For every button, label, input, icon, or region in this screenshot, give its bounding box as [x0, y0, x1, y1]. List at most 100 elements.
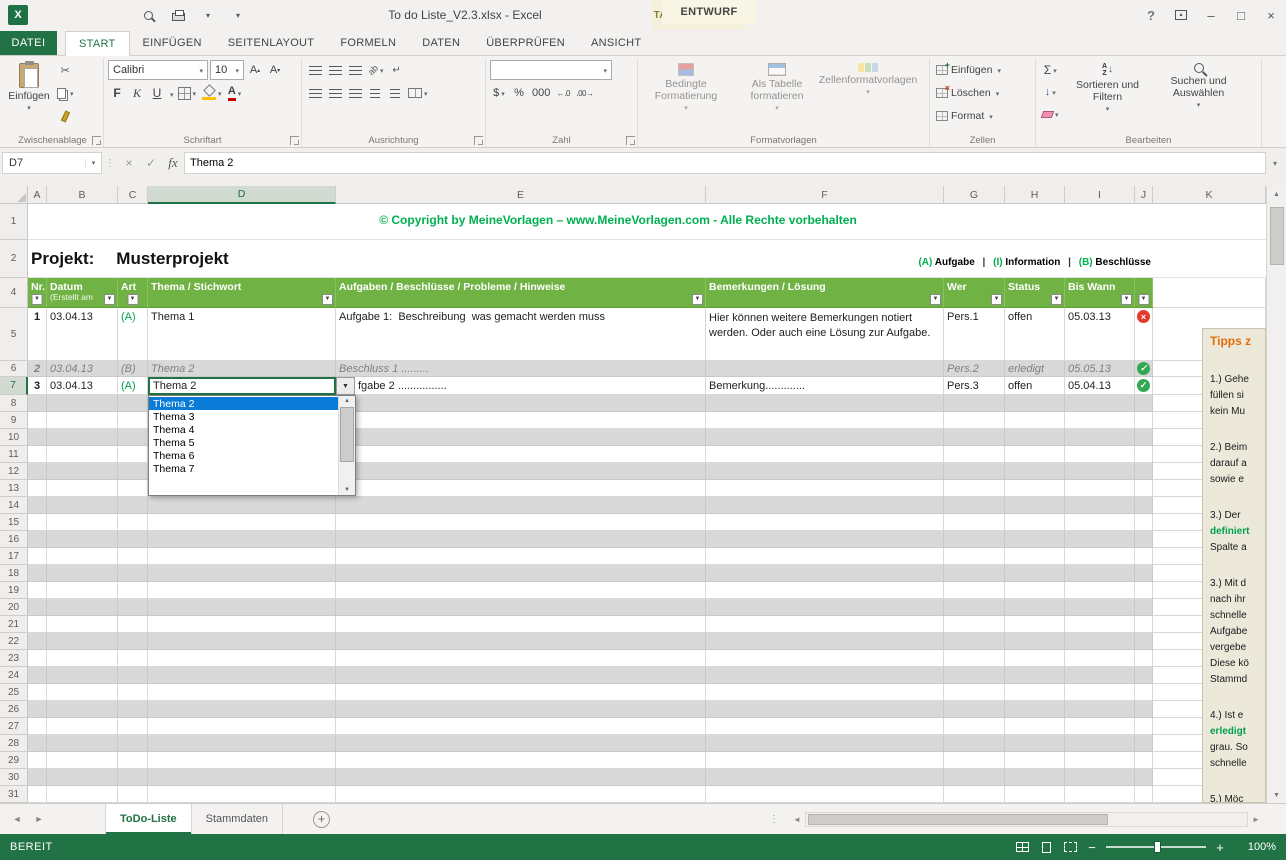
cell[interactable] — [28, 514, 47, 531]
scrollbar-thumb[interactable] — [340, 407, 354, 462]
column-header-B[interactable]: B — [47, 186, 118, 204]
cell[interactable] — [944, 429, 1005, 446]
cell[interactable] — [1065, 429, 1135, 446]
cell[interactable] — [706, 701, 944, 718]
cell[interactable] — [706, 446, 944, 463]
cell[interactable] — [118, 531, 148, 548]
cell[interactable] — [1135, 752, 1153, 769]
scroll-left-icon[interactable]: ◄ — [789, 815, 805, 824]
cell[interactable] — [148, 701, 336, 718]
cell[interactable] — [47, 514, 118, 531]
cell-E6[interactable]: Beschluss 1 ......... — [336, 361, 706, 377]
cell[interactable] — [1135, 599, 1153, 616]
cell[interactable] — [1135, 769, 1153, 786]
cell[interactable] — [28, 463, 47, 480]
cell[interactable] — [118, 701, 148, 718]
minimize-button[interactable]: – — [1196, 0, 1226, 30]
cell[interactable] — [28, 412, 47, 429]
cell[interactable] — [336, 735, 706, 752]
zoom-slider[interactable] — [1106, 846, 1206, 848]
tab-formeln[interactable]: FORMELN — [327, 31, 409, 55]
cell[interactable] — [47, 684, 118, 701]
cell[interactable] — [944, 701, 1005, 718]
cell-F6[interactable] — [706, 361, 944, 377]
cell[interactable] — [336, 633, 706, 650]
cell[interactable] — [28, 701, 47, 718]
cell[interactable] — [1065, 412, 1135, 429]
cell[interactable] — [47, 412, 118, 429]
enter-button[interactable]: ✓ — [140, 152, 162, 174]
row-header-31[interactable]: 31 — [0, 786, 28, 803]
table-header-art[interactable]: Art — [118, 278, 148, 308]
cell[interactable] — [944, 548, 1005, 565]
cell[interactable] — [336, 582, 706, 599]
cell[interactable] — [47, 701, 118, 718]
cell[interactable] — [118, 395, 148, 412]
scroll-up-icon[interactable]: ▲ — [344, 398, 350, 404]
cell[interactable] — [47, 633, 118, 650]
italic-button[interactable]: K — [128, 83, 146, 103]
cell[interactable] — [944, 514, 1005, 531]
cell[interactable] — [336, 531, 706, 548]
cell-C7[interactable]: (A) — [118, 377, 148, 395]
cell[interactable] — [1135, 395, 1153, 412]
cell[interactable] — [1005, 718, 1065, 735]
cell[interactable] — [28, 429, 47, 446]
sheet-tab-stammdaten[interactable]: Stammdaten — [192, 804, 283, 834]
cell[interactable] — [1005, 650, 1065, 667]
cell[interactable] — [28, 769, 47, 786]
ribbon-options-button[interactable]: ▴ — [1166, 0, 1196, 30]
cell[interactable] — [118, 667, 148, 684]
cell[interactable] — [47, 565, 118, 582]
cell[interactable] — [1135, 548, 1153, 565]
cell[interactable] — [118, 463, 148, 480]
scroll-down-icon[interactable]: ▼ — [344, 487, 350, 493]
cell[interactable] — [336, 548, 706, 565]
cell-E5[interactable]: Aufgabe 1: Beschreibung was gemacht werd… — [336, 308, 706, 361]
underline-button[interactable]: U — [148, 83, 166, 103]
cell[interactable] — [1005, 667, 1065, 684]
cell[interactable] — [706, 497, 944, 514]
cell[interactable] — [1005, 412, 1065, 429]
tab-daten[interactable]: DATEN — [409, 31, 473, 55]
dialog-launcher-icon[interactable] — [92, 136, 101, 145]
cell[interactable] — [706, 412, 944, 429]
filter-icon[interactable] — [692, 294, 703, 305]
maximize-button[interactable]: □ — [1226, 0, 1256, 30]
cell[interactable] — [28, 395, 47, 412]
splitter-handle[interactable]: ⋮ — [765, 814, 783, 825]
cell[interactable] — [336, 769, 706, 786]
cell[interactable] — [1065, 650, 1135, 667]
cell[interactable] — [28, 497, 47, 514]
cell[interactable] — [706, 633, 944, 650]
cell[interactable] — [706, 548, 944, 565]
cell[interactable] — [1005, 582, 1065, 599]
cell[interactable] — [706, 650, 944, 667]
row-header-13[interactable]: 13 — [0, 480, 28, 497]
fill-button[interactable]: ↓ — [1040, 82, 1061, 102]
cell[interactable] — [118, 735, 148, 752]
sheet-nav-right-icon[interactable]: ► — [28, 814, 50, 824]
cell[interactable] — [118, 718, 148, 735]
conditional-formatting-button[interactable]: Bedingte Formatierung ▾ — [642, 60, 730, 113]
bold-button[interactable]: F — [108, 83, 126, 103]
cell[interactable] — [1065, 735, 1135, 752]
filter-icon[interactable] — [930, 294, 941, 305]
cell[interactable] — [336, 650, 706, 667]
cell[interactable] — [1005, 633, 1065, 650]
cell[interactable] — [706, 752, 944, 769]
wrap-text-button[interactable]: ↵ — [388, 60, 406, 80]
cell[interactable] — [706, 480, 944, 497]
help-button[interactable]: ? — [1136, 0, 1166, 30]
scrollbar-thumb[interactable] — [808, 814, 1108, 825]
cell[interactable] — [148, 769, 336, 786]
cell[interactable] — [336, 684, 706, 701]
cell[interactable] — [1005, 514, 1065, 531]
row-header-10[interactable]: 10 — [0, 429, 28, 446]
align-top-button[interactable] — [306, 60, 324, 80]
cell[interactable] — [1135, 633, 1153, 650]
cell-A5[interactable]: 1 — [28, 308, 47, 361]
cell[interactable] — [28, 599, 47, 616]
cell[interactable] — [1065, 565, 1135, 582]
filter-icon[interactable] — [1138, 294, 1149, 305]
